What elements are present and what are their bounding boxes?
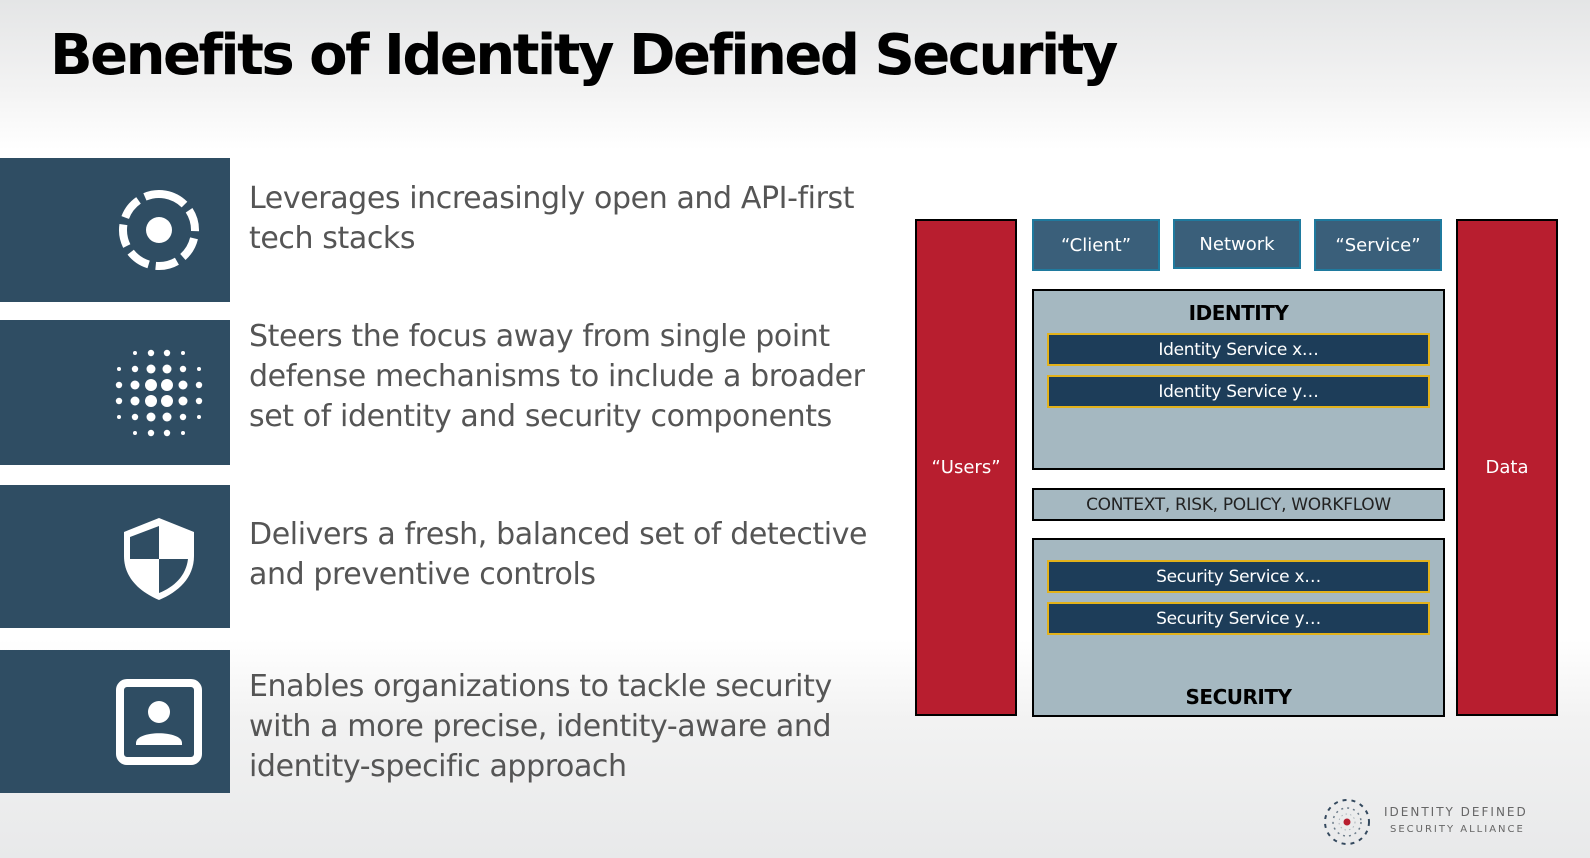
benefit-tile-3 [0,485,230,628]
dashed-circle-target-icon [119,190,199,270]
benefit-text-1: Leverages increasingly open and API-firs… [249,181,855,256]
dot [115,381,123,388]
dot [163,429,171,436]
context-risk-policy-bar: CONTEXT, RISK, POLICY, WORKFLOW [1032,488,1445,521]
dot [161,394,173,407]
dot [163,349,171,356]
user-portrait-icon [116,678,202,765]
dot [115,397,123,404]
service-box: “Service” [1314,219,1442,271]
benefit-text-2: Steers the focus away from single point … [249,319,865,434]
dot [195,397,203,404]
dot [197,366,201,371]
dot [147,429,155,436]
alliance-logo: IDENTITY DEFINED SECURITY ALLIANCE [1322,797,1572,847]
benefit-tile-1 [0,158,230,302]
slide-title: Benefits of Identity Defined Security [50,23,1118,88]
security-service-x: Security Service x… [1047,560,1430,593]
benefit-tile-4 [0,650,230,793]
dot [197,414,201,419]
dot-grid-sphere-icon [115,349,203,436]
identity-service-y: Identity Service y… [1047,375,1430,408]
alliance-logo-icon [1324,799,1370,845]
dot [162,412,172,421]
dot [145,394,157,407]
network-box: Network [1173,219,1301,269]
dot [161,378,173,391]
dot [145,378,157,391]
users-column: “Users” [915,219,1017,716]
dot [133,350,137,355]
dot [146,364,156,373]
security-service-y: Security Service y… [1047,602,1430,635]
identity-service-x: Identity Service x… [1047,333,1430,366]
dot [133,430,137,435]
data-column: Data [1456,219,1558,716]
benefit-tile-2 [0,320,230,465]
dot [178,380,188,389]
dot [178,396,188,405]
benefit-text-3: Delivers a fresh, balanced set of detect… [249,517,868,592]
dot [130,380,140,389]
dot [131,413,139,420]
dot [147,349,155,356]
dot [117,366,121,371]
security-panel: Security Service x… Security Service y… … [1032,538,1445,717]
dot [181,350,185,355]
dot [195,381,203,388]
identity-panel: IDENTITY Identity Service x… Identity Se… [1032,289,1445,470]
logo-center-dot [1343,818,1351,826]
logo-text-line2: SECURITY ALLIANCE [1390,824,1525,835]
identity-heading: IDENTITY [1188,301,1289,325]
dot [117,414,121,419]
dot [162,364,172,373]
dot [181,430,185,435]
client-box: “Client” [1032,219,1160,271]
dot [179,413,187,420]
security-heading: SECURITY [1185,685,1292,709]
logo-text-line1: IDENTITY DEFINED [1384,805,1528,819]
dot [146,412,156,421]
shield-icon [124,517,194,600]
benefit-text-4: Enables organizations to tackle security… [249,669,832,784]
dot [130,396,140,405]
dot [131,365,139,372]
dot [179,365,187,372]
